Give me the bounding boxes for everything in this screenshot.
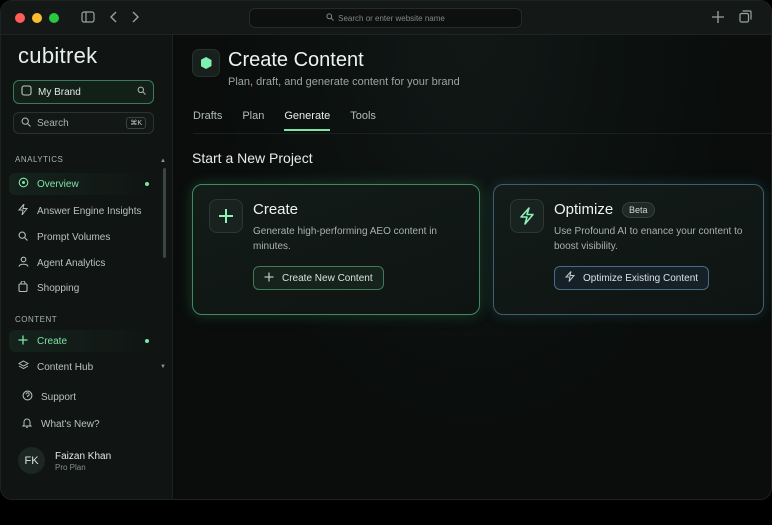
section-title: Start a New Project (192, 150, 313, 166)
maximize-window-button[interactable] (49, 13, 59, 23)
window-shadow-area (0, 500, 772, 525)
sidebar-item-answer-engine-insights[interactable]: Answer Engine Insights (9, 200, 157, 222)
browser-titlebar: Search or enter website name (1, 1, 771, 35)
sidebar-item-overview[interactable]: Overview (9, 173, 157, 195)
tabs-overview-icon[interactable] (739, 10, 752, 26)
content-tabs: Drafts Plan Generate Tools (193, 110, 396, 131)
overview-icon (17, 177, 29, 191)
sidebar-scrollbar[interactable] (163, 168, 166, 258)
sidebar: cubitrek My Brand Search ⌘K ANALYTICS ▲ … (1, 35, 173, 499)
scroll-up-icon[interactable]: ▲ (160, 158, 166, 164)
user-name: Faizan Khan (55, 451, 112, 462)
sidebar-item-label: Agent Analytics (37, 257, 106, 269)
tabs-divider (193, 133, 771, 134)
shopping-icon (17, 280, 29, 295)
sidebar-item-label: Answer Engine Insights (37, 205, 142, 217)
active-indicator (145, 182, 149, 186)
search-icon (21, 117, 31, 130)
avatar[interactable]: FK (18, 447, 45, 474)
brand-search-icon[interactable] (137, 86, 146, 98)
support-icon (21, 390, 33, 404)
scroll-down-icon[interactable]: ▼ (160, 364, 166, 370)
section-label-analytics: ANALYTICS (15, 155, 64, 164)
sidebar-item-whats-new[interactable]: What's New? (13, 413, 161, 435)
address-bar[interactable]: Search or enter website name (249, 8, 522, 28)
active-indicator (145, 339, 149, 343)
sidebar-item-label: Create (37, 335, 68, 347)
sidebar-item-label: Support (41, 391, 77, 403)
sidebar-toggle-icon[interactable] (81, 10, 95, 26)
sidebar-item-support[interactable]: Support (13, 386, 161, 408)
card-description: Use Profound AI to enance your content t… (554, 226, 743, 252)
section-label-content: CONTENT (15, 315, 58, 324)
lightning-icon (510, 199, 544, 233)
sidebar-item-create[interactable]: Create (9, 330, 157, 352)
card-title: Create (253, 201, 299, 218)
create-new-content-button[interactable]: Create New Content (253, 266, 384, 290)
sidebar-item-label: Overview (37, 178, 79, 190)
sidebar-item-label: Content Hub (37, 361, 94, 373)
search-icon (326, 13, 334, 23)
brand-icon (21, 85, 32, 99)
new-tab-icon[interactable] (712, 10, 724, 26)
sidebar-item-content-hub[interactable]: Content Hub (9, 356, 157, 378)
search-label: Search (37, 117, 69, 129)
create-content-icon (192, 49, 220, 77)
beta-badge: Beta (622, 202, 655, 218)
layers-icon (17, 360, 29, 374)
plus-icon (209, 199, 243, 233)
plus-icon (17, 335, 29, 348)
card-description: Generate high-performing AEO content in … (253, 226, 437, 252)
tab-drafts[interactable]: Drafts (193, 110, 222, 131)
agent-icon (17, 256, 29, 270)
card-title: Optimize (554, 201, 614, 218)
plus-icon (264, 272, 274, 285)
minimize-window-button[interactable] (32, 13, 42, 23)
bell-icon (21, 417, 33, 431)
app-window: Search or enter website name cubitrek My… (0, 0, 772, 500)
tab-tools[interactable]: Tools (350, 110, 376, 131)
sidebar-item-agent-analytics[interactable]: Agent Analytics (9, 252, 157, 274)
sidebar-search[interactable]: Search ⌘K (13, 112, 154, 134)
tab-generate[interactable]: Generate (284, 110, 330, 131)
address-placeholder: Search or enter website name (338, 13, 445, 23)
optimize-card[interactable]: Optimize Beta Use Profound AI to enance … (493, 184, 764, 315)
page-title: Create Content (228, 49, 364, 71)
button-label: Optimize Existing Content (583, 272, 699, 284)
lightning-icon (564, 271, 576, 285)
create-card[interactable]: Create Generate high-performing AEO cont… (192, 184, 480, 315)
brand-label: My Brand (38, 86, 81, 98)
sidebar-item-shopping[interactable]: Shopping (9, 277, 157, 299)
search-shortcut: ⌘K (126, 117, 146, 129)
sidebar-item-label: Prompt Volumes (37, 231, 111, 243)
search-icon (17, 231, 29, 244)
forward-icon[interactable] (131, 10, 139, 26)
app-logo[interactable]: cubitrek (18, 43, 97, 69)
tab-plan[interactable]: Plan (242, 110, 264, 131)
main-content: Create Content Plan, draft, and generate… (173, 35, 771, 499)
sidebar-item-label: What's New? (41, 418, 100, 430)
back-icon[interactable] (110, 10, 118, 26)
close-window-button[interactable] (15, 13, 25, 23)
page-subtitle: Plan, draft, and generate content for yo… (228, 76, 460, 88)
optimize-existing-content-button[interactable]: Optimize Existing Content (554, 266, 710, 290)
sidebar-item-label: Shopping (37, 282, 80, 294)
brand-selector[interactable]: My Brand (13, 80, 154, 104)
button-label: Create New Content (282, 272, 373, 284)
user-plan: Pro Plan (55, 463, 86, 472)
lightning-icon (17, 203, 29, 218)
sidebar-item-prompt-volumes[interactable]: Prompt Volumes (9, 226, 157, 248)
